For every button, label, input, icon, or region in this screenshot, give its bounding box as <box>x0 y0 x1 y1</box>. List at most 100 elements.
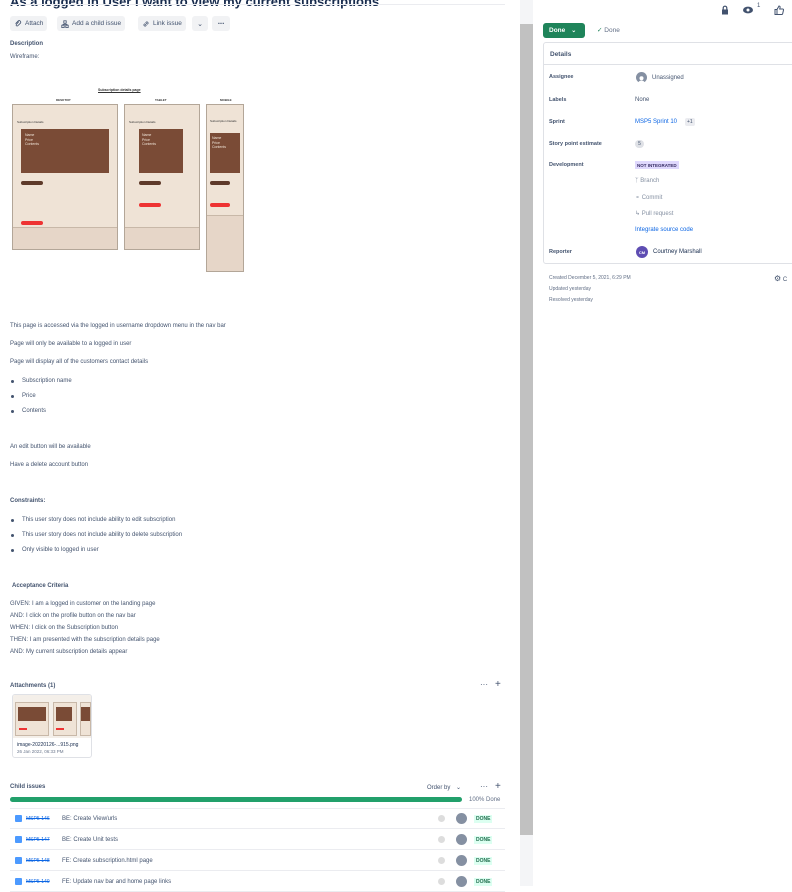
resolution: ✓ Done <box>597 26 620 34</box>
subtask-icon <box>15 836 22 843</box>
list-item: Subscription name <box>11 378 72 384</box>
thumbs-up-icon[interactable] <box>774 2 785 15</box>
wireframe-image[interactable]: Subscription details page DESKTOP TABLET… <box>10 88 248 274</box>
details-heading[interactable]: Details <box>550 51 571 58</box>
eye-icon[interactable] <box>742 2 754 14</box>
attachment-filename: image-20220126-...915.png <box>17 742 79 748</box>
paperclip-icon <box>15 19 22 26</box>
child-issue-icon <box>61 19 69 28</box>
attachment-card[interactable]: image-20220126-...915.png 26 Jan 2022, 0… <box>12 694 92 758</box>
integrate-source-code-link[interactable]: Integrate source code <box>635 227 693 233</box>
attachments-heading: Attachments (1) <box>10 683 56 689</box>
wireframe-tablet-label: TABLET <box>155 98 167 102</box>
acceptance-criteria-heading: Acceptance Criteria <box>12 583 69 589</box>
reporter-value[interactable]: Courtney Marshall <box>653 249 702 255</box>
issue-summary: BE: Create View/urls <box>62 815 118 822</box>
status-button[interactable]: Done ⌄ <box>543 23 585 38</box>
create-branch-link[interactable]: ᛉ Branch <box>635 178 659 184</box>
scrollbar-thumb[interactable] <box>520 24 533 835</box>
priority-icon <box>438 836 445 843</box>
priority-icon <box>438 878 445 885</box>
table-row[interactable]: MSP5-146 BE: Create View/urls DONE <box>10 809 505 829</box>
check-icon: ✓ <box>597 27 603 34</box>
description-paragraph: This page is accessed via the logged in … <box>10 323 226 329</box>
order-by-button[interactable]: Order by ⌄ <box>427 784 461 791</box>
attachment-thumbnail <box>13 695 91 738</box>
progress-label: 100% Done <box>469 797 501 803</box>
wf-section-label: Subscription Details <box>17 120 44 124</box>
priority-icon <box>438 857 445 864</box>
attach-button[interactable]: Attach <box>10 16 48 31</box>
avatar <box>456 813 467 824</box>
link-issue-button[interactable]: Link issue <box>138 16 186 31</box>
list-item: This user story does not include ability… <box>10 532 183 538</box>
progress-bar-fill <box>10 797 462 802</box>
create-commit-link[interactable]: ⚬ Commit <box>635 194 662 201</box>
sprint-value[interactable]: MSP5 Sprint 10 <box>635 119 677 125</box>
chevron-down-icon: ⌄ <box>571 28 577 34</box>
title-divider <box>10 4 505 5</box>
acceptance-criteria-line: THEN: I am presented with the subscripti… <box>10 637 160 643</box>
sprint-label: Sprint <box>549 119 565 125</box>
child-issues-more-icon[interactable]: ··· <box>480 782 488 791</box>
add-child-issue-label: Add a child issue <box>72 20 122 27</box>
description-paragraph: An edit button will be available <box>10 444 91 450</box>
description-paragraph: Have a delete account button <box>10 462 89 468</box>
list-item: Only visible to logged in user <box>11 547 99 553</box>
wireframe-tablet: Subscription Details Name Price Contents <box>124 104 200 250</box>
wireframe-desktop: Subscription Details Name Price Contents <box>12 104 118 250</box>
wireframe-mobile: Subscription Details Name Price Contents <box>206 104 244 272</box>
development-status-badge: NOT INTEGRATED <box>635 161 679 169</box>
issue-key: MSP5-146 <box>26 815 50 822</box>
attachments-more-icon[interactable]: ··· <box>480 680 488 689</box>
configure-button[interactable]: ⚙ C <box>774 274 787 283</box>
wireframe-mobile-label: MOBILE <box>220 98 232 102</box>
add-child-issue-button[interactable]: Add a child issue <box>57 16 126 31</box>
resolved-date: Resolved yesterday <box>549 297 593 303</box>
branch-icon: ᛉ <box>635 178 639 184</box>
priority-icon <box>438 815 445 822</box>
list-item: This user story does not include ability… <box>10 517 176 523</box>
add-attachment-icon[interactable]: + <box>495 679 501 690</box>
add-child-issue-icon[interactable]: + <box>495 781 501 792</box>
development-label: Development <box>549 162 584 168</box>
status-badge: DONE <box>474 835 493 844</box>
link-icon <box>143 21 149 26</box>
child-issues-heading: Child issues <box>10 784 46 790</box>
status-badge: DONE <box>474 814 493 823</box>
pull-request-icon: ↳ <box>635 211 641 217</box>
status-badge: DONE <box>474 856 493 865</box>
issue-key: MSP5-149 <box>26 878 50 885</box>
subtask-icon <box>15 878 22 885</box>
issue-summary: FE: Create subscription.html page <box>62 857 153 864</box>
lock-icon[interactable] <box>720 2 730 15</box>
labels-label: Labels <box>549 97 567 103</box>
wireframe-label: Wireframe: <box>10 54 40 60</box>
link-issue-dropdown-button[interactable]: ⌄ <box>192 16 208 31</box>
table-row[interactable]: MSP5-148 FE: Create subscription.html pag… <box>10 851 505 871</box>
chevron-down-icon: ⌄ <box>456 785 462 791</box>
link-issue-label: Link issue <box>153 20 182 27</box>
wireframe-title: Subscription details page <box>98 88 141 92</box>
gear-icon: ⚙ <box>774 274 782 283</box>
acceptance-criteria-line: AND: My current subscription details app… <box>10 649 128 655</box>
labels-value[interactable]: None <box>635 97 649 103</box>
create-pull-request-link[interactable]: ↳ Pull request <box>635 210 673 217</box>
avatar <box>636 72 647 84</box>
description-paragraph: Page will only be available to a logged … <box>10 341 132 347</box>
estimate-value[interactable]: 5 <box>635 140 644 148</box>
avatar <box>456 876 467 887</box>
issue-key: MSP5-147 <box>26 836 50 843</box>
description-paragraph: Page will display all of the customers c… <box>10 359 149 365</box>
table-row[interactable]: MSP5-147 BE: Create Unit tests DONE <box>10 830 505 850</box>
table-row[interactable]: MSP5-149 FE: Update nav bar and home page… <box>10 872 505 892</box>
estimate-label: Story point estimate <box>549 141 602 147</box>
description-heading: Description <box>10 41 44 47</box>
avatar <box>456 834 467 845</box>
progress-bar-track <box>10 797 462 802</box>
sprint-more-badge[interactable]: +1 <box>685 118 695 126</box>
acceptance-criteria-line: WHEN: I click on the Subscription button <box>10 625 119 631</box>
assignee-value[interactable]: Unassigned <box>652 75 684 81</box>
avatar: CM <box>636 246 648 258</box>
more-actions-button[interactable]: ··· <box>212 16 230 31</box>
